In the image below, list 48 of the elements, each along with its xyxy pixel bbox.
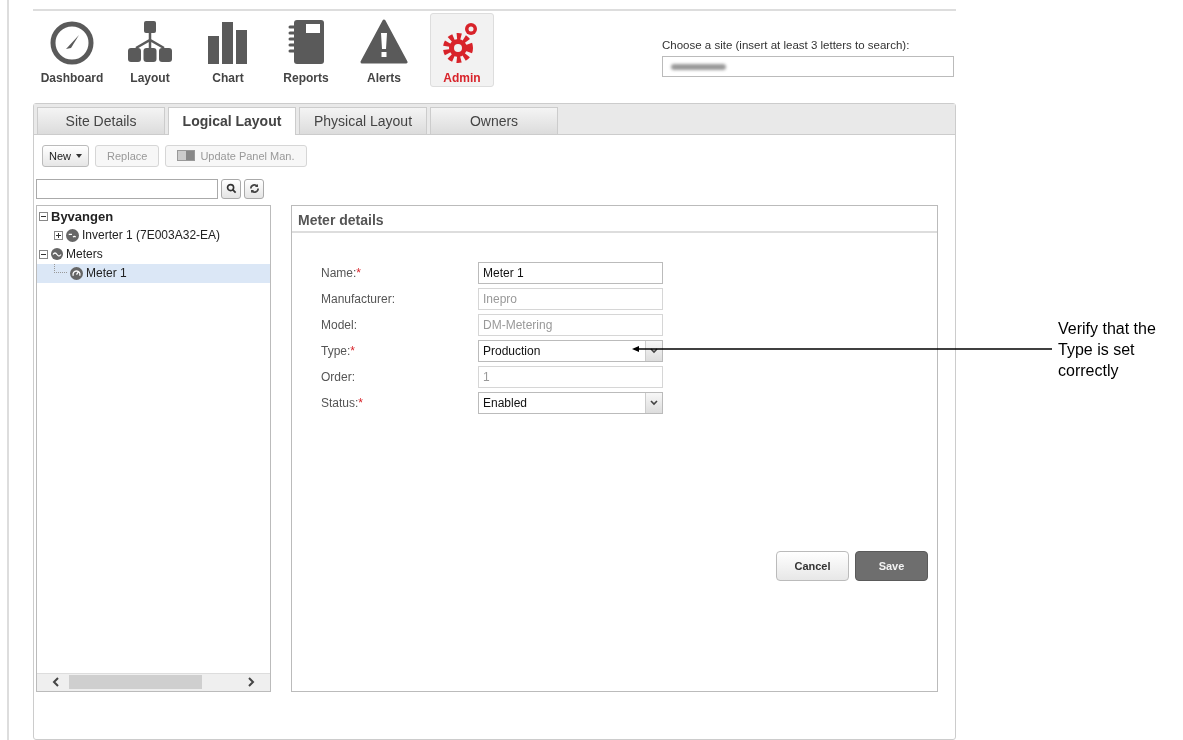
site-search-field[interactable] <box>662 56 954 77</box>
input-field[interactable]: Meter 1 <box>478 261 663 284</box>
wave-icon <box>51 248 63 261</box>
search-icon <box>225 183 237 195</box>
new-menu-button[interactable]: New <box>42 144 89 167</box>
dropdown-field[interactable]: Production <box>478 339 663 362</box>
site-search-label: Choose a site (insert at least 3 letters to search): <box>662 39 911 51</box>
tab[interactable]: Owners <box>430 106 558 134</box>
chevron-down-icon <box>650 399 658 406</box>
field-label: Name:* <box>321 265 362 280</box>
refresh-icon <box>248 183 260 195</box>
nav-layout[interactable]: Layout <box>111 13 189 87</box>
collapse-icon[interactable] <box>39 249 48 259</box>
panel-title: Meter details <box>292 206 937 233</box>
tree-item[interactable]: Meter 1 <box>86 266 127 281</box>
field-label: Model: <box>321 317 359 332</box>
dropdown-field[interactable]: Enabled <box>478 391 663 414</box>
nav-reports[interactable]: Reports <box>267 13 345 87</box>
field-label: Manufacturer: <box>321 291 397 306</box>
tab[interactable]: Site Details <box>37 106 165 134</box>
field-label: Order: <box>321 369 356 384</box>
callout-text: Verify that the Type is set correctly <box>1058 319 1157 381</box>
tree-item[interactable]: Meters <box>66 247 103 262</box>
tree-item[interactable]: Byvangen <box>51 208 114 224</box>
horizontal-scrollbar[interactable] <box>37 672 270 691</box>
inverter-icon <box>66 228 79 242</box>
gauge-icon <box>70 266 83 280</box>
nav-dashboard[interactable]: Dashboard <box>33 13 111 87</box>
tab[interactable]: Logical Layout <box>168 106 296 135</box>
tree-item[interactable]: Inverter 1 (7E003A32-EA) <box>82 228 221 243</box>
expand-icon[interactable] <box>54 230 63 240</box>
refresh-button[interactable] <box>244 178 264 199</box>
field-label: Type:* <box>321 343 357 358</box>
tree-search-field[interactable] <box>36 178 218 199</box>
collapse-icon[interactable] <box>39 211 48 221</box>
chevron-right-icon[interactable] <box>246 677 256 688</box>
nav-alerts[interactable]: Alerts <box>345 13 423 87</box>
warning-icon <box>360 18 408 66</box>
chevron-left-icon[interactable] <box>51 677 61 688</box>
nav-admin[interactable]: Admin <box>430 13 494 87</box>
chevron-down-icon <box>650 347 658 354</box>
tab[interactable]: Physical Layout <box>299 106 427 134</box>
save-button[interactable]: Save <box>855 550 928 581</box>
nav-chart[interactable]: Chart <box>189 13 267 87</box>
blurred-value <box>671 63 726 70</box>
field-label: Status:* <box>321 395 365 410</box>
cancel-button[interactable]: Cancel <box>776 550 849 581</box>
search-button[interactable] <box>221 178 241 199</box>
